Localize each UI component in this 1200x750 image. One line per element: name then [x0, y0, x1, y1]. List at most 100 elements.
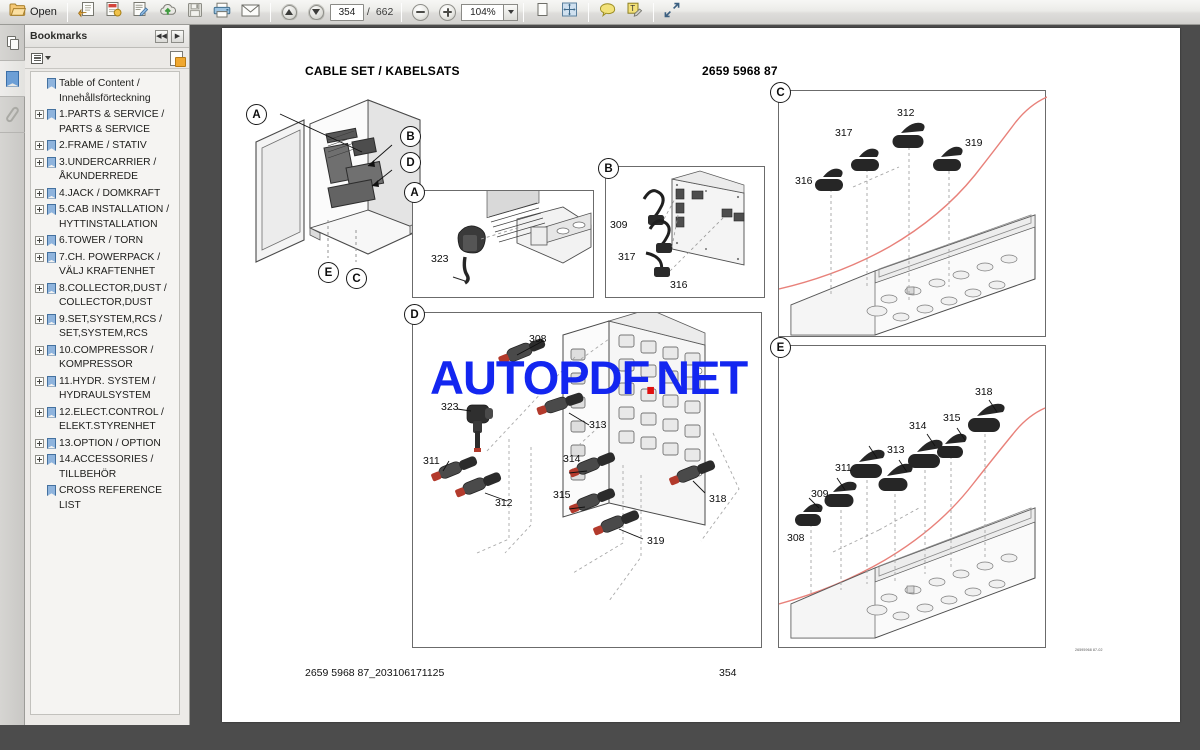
highlight-text-button[interactable]: T — [621, 1, 648, 23]
zoom-level-input[interactable]: 104% — [461, 3, 504, 21]
bookmarks-tab[interactable] — [0, 61, 25, 97]
bookmark-item[interactable]: 4.JACK / DOMKRAFT — [31, 186, 179, 203]
toolbar-separator-3 — [401, 2, 403, 22]
edit-document-button[interactable] — [127, 1, 154, 23]
expand-bookmark-icon[interactable] — [35, 141, 44, 150]
edit-document-icon — [132, 1, 149, 23]
bookmark-item[interactable]: 7.CH. POWERPACK / VÄLJ KRAFTENHET — [31, 250, 179, 281]
part-number-308-panel-e: 308 — [787, 532, 805, 544]
zoom-out-button[interactable] — [407, 1, 434, 23]
open-button-label: Open — [30, 6, 57, 18]
expand-bookmark-icon[interactable] — [35, 110, 44, 119]
panel-d-marker: D — [404, 304, 425, 325]
svg-text:T: T — [631, 4, 636, 13]
highlight-text-icon: T — [626, 2, 643, 23]
page-down-button[interactable] — [303, 1, 330, 23]
page-number-input[interactable]: 354 — [329, 3, 364, 21]
list-options-icon[interactable] — [31, 52, 43, 64]
print-button[interactable] — [208, 1, 236, 23]
part-number-319-panel-c: 319 — [965, 137, 983, 149]
bookmark-item[interactable]: 14.ACCESSORIES / TILLBEHÖR — [31, 452, 179, 483]
bookmark-item[interactable]: 5.CAB INSTALLATION / HYTTINSTALLATION — [31, 202, 179, 233]
part-number-318-panel-e: 318 — [975, 386, 993, 398]
bookmark-item[interactable]: 11.HYDR. SYSTEM / HYDRAULSYSTEM — [31, 374, 179, 405]
callout-marker-d: D — [400, 152, 421, 173]
bookmark-item[interactable]: 9.SET,SYSTEM,RCS / SET,SYSTEM,RCS — [31, 312, 179, 343]
email-button[interactable] — [236, 1, 265, 23]
zoom-dropdown-button[interactable] — [503, 3, 519, 21]
zoom-out-icon — [412, 3, 430, 21]
bookmark-item-label: 12.ELECT.CONTROL / ELEKT.STYRENHET — [59, 406, 164, 433]
expand-bookmark-icon[interactable] — [35, 188, 44, 198]
bookmark-item[interactable]: 13.OPTION / OPTION — [31, 436, 179, 453]
bookmark-item[interactable]: CROSS REFERENCE LIST — [31, 483, 179, 514]
expand-bookmark-icon[interactable] — [35, 376, 44, 386]
part-number-311-panel-d: 311 — [423, 455, 440, 467]
document-viewer[interactable]: CABLE SET / KABELSATS 2659 5968 87 A B D… — [191, 25, 1200, 725]
upload-cloud-button[interactable] — [154, 1, 182, 23]
expand-panel-button[interactable]: ▶ — [171, 29, 184, 43]
bookmarks-panel: Bookmarks ◀◀ ▶ Table of Content / Innehå… — [25, 25, 190, 725]
part-number-316-panel-c: 316 — [795, 175, 813, 187]
paperclip-icon — [4, 105, 21, 124]
expand-bookmark-icon[interactable] — [35, 407, 44, 417]
part-number-313-panel-e: 313 — [887, 444, 905, 456]
navigation-rail — [0, 25, 25, 725]
previous-view-button[interactable] — [73, 1, 100, 23]
bookmark-item[interactable]: 2.FRAME / STATIV — [31, 138, 179, 155]
fullscreen-button[interactable] — [659, 1, 685, 23]
bookmark-item[interactable]: 12.ELECT.CONTROL / ELEKT.STYRENHET — [31, 405, 179, 436]
collapse-panel-button[interactable]: ◀◀ — [155, 29, 168, 43]
figure-code: 26595968 87-02 — [1075, 648, 1103, 652]
page-separator: / — [366, 6, 370, 18]
bookmark-spacer — [35, 79, 44, 88]
bookmark-item-label: 11.HYDR. SYSTEM / HYDRAULSYSTEM — [59, 375, 156, 402]
expand-bookmark-icon[interactable] — [35, 205, 44, 214]
expand-bookmark-icon[interactable] — [35, 345, 44, 355]
expand-bookmark-icon[interactable] — [35, 438, 44, 448]
bookmark-item[interactable]: 6.TOWER / TORN — [31, 233, 179, 250]
new-bookmark-icon[interactable] — [170, 50, 186, 67]
bookmark-item[interactable]: 10.COMPRESSOR / KOMPRESSOR — [31, 343, 179, 374]
expand-panel-label: ▶ — [174, 32, 181, 40]
bookmark-item[interactable]: 1.PARTS & SERVICE / PARTS & SERVICE — [31, 107, 179, 138]
expand-bookmark-icon[interactable] — [35, 455, 44, 464]
page-up-button[interactable] — [276, 1, 303, 23]
panel-e-marker: E — [770, 337, 791, 358]
expand-bookmark-icon[interactable] — [35, 283, 44, 293]
toolbar-separator-4 — [523, 2, 525, 22]
fit-page-button[interactable] — [556, 1, 583, 23]
bookmark-flag-icon — [47, 344, 56, 356]
bookmark-item[interactable]: Table of Content / Innehållsförteckning — [31, 76, 179, 107]
bookmark-item-label: 3.UNDERCARRIER / ÅKUNDERREDE — [59, 156, 157, 183]
comment-button[interactable] — [594, 1, 621, 23]
bookmark-flag-icon — [47, 454, 56, 465]
bookmark-item[interactable]: 8.COLLECTOR,DUST / COLLECTOR,DUST — [31, 281, 179, 312]
zoom-in-button[interactable] — [434, 1, 461, 23]
panel-c-marker: C — [770, 82, 791, 103]
open-button[interactable]: Open — [4, 1, 62, 23]
detail-panel-b: 309 317 316 — [605, 166, 765, 298]
save-button[interactable] — [182, 1, 208, 23]
expand-bookmark-icon[interactable] — [35, 252, 44, 262]
next-view-button[interactable] — [100, 1, 127, 23]
part-number-317-panel-b: 317 — [618, 251, 636, 263]
bookmarks-tree[interactable]: Table of Content / Innehållsförteckning 1… — [30, 71, 180, 715]
toolbar-separator-6 — [653, 2, 655, 22]
bookmark-flag-icon — [47, 375, 56, 387]
exploded-view-figure: A B D E C 323 A 309 317 316 B 317 312 31… — [222, 82, 1180, 650]
expand-bookmark-icon[interactable] — [35, 157, 44, 167]
panel-a-marker: A — [404, 182, 425, 203]
page-footer-left: 2659 5968 87_203106171125 — [305, 667, 445, 679]
bookmarks-panel-title: Bookmarks — [30, 30, 88, 42]
expand-bookmark-icon[interactable] — [35, 314, 44, 324]
page-thumbnails-tab[interactable] — [0, 25, 25, 61]
bookmark-item[interactable]: 3.UNDERCARRIER / ÅKUNDERREDE — [31, 155, 179, 186]
expand-bookmark-icon[interactable] — [35, 236, 44, 245]
email-icon — [241, 3, 260, 22]
fit-width-button[interactable] — [529, 1, 556, 23]
bookmark-icon — [6, 70, 19, 87]
bookmark-item-label: 4.JACK / DOMKRAFT — [59, 187, 161, 199]
attachments-tab[interactable] — [0, 97, 25, 133]
chevron-down-icon[interactable] — [45, 56, 51, 60]
